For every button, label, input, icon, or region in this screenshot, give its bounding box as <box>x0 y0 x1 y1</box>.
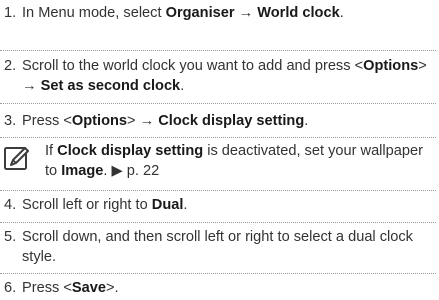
step-text: Scroll left or right to <box>22 197 152 213</box>
note-pencil-icon <box>3 145 31 173</box>
step-number: 2. <box>4 58 17 74</box>
softkey-save: Save <box>71 280 106 296</box>
divider <box>0 103 436 104</box>
step-6: 6. Press <Save>. <box>0 279 436 299</box>
softkey-options: Options <box>71 113 128 129</box>
step-text-end: >. <box>105 280 119 296</box>
instruction-page: 1. In Menu mode, select Organiser → Worl… <box>0 0 439 300</box>
setting-clock-display: Clock display setting <box>57 143 204 159</box>
step-text: Scroll down, and then scroll left or rig… <box>22 229 413 265</box>
step-text: Scroll to the world clock you want to ad… <box>22 58 364 74</box>
step-text: In Menu mode, select <box>22 5 166 21</box>
menu-path-set-as-second-clock: Set as second clock <box>40 77 181 94</box>
menu-path-organiser: Organiser <box>165 5 235 21</box>
divider <box>0 50 436 51</box>
step-3: 3. Press <Options> → Clock display setti… <box>0 112 436 132</box>
step-text: Press < <box>22 113 72 129</box>
step-text-end: . <box>183 197 188 213</box>
step-number: 6. <box>4 280 17 296</box>
step-4: 4. Scroll left or right to Dual. <box>0 196 436 216</box>
step-2: 2. Scroll to the world clock you want to… <box>0 57 436 96</box>
note-text-part: If <box>45 143 58 159</box>
step-number: 3. <box>4 113 17 129</box>
step-1: 1. In Menu mode, select Organiser → Worl… <box>0 4 436 24</box>
arrow-text: → <box>234 5 258 21</box>
step-number: 5. <box>4 229 17 245</box>
divider <box>0 273 436 274</box>
step-text-end: . <box>180 77 185 94</box>
divider <box>0 190 436 191</box>
step-number: 1. <box>4 5 17 21</box>
menu-path-clock-display-setting: Clock display setting <box>158 113 305 129</box>
step-text-end: . <box>339 5 344 21</box>
divider <box>0 222 436 223</box>
option-dual: Dual <box>151 197 184 213</box>
step-5: 5. Scroll down, and then scroll left or … <box>0 228 436 267</box>
setting-image: Image <box>61 162 104 179</box>
note-box: If Clock display setting is deactivated,… <box>0 142 436 186</box>
step-text-end: . <box>304 113 309 129</box>
softkey-options: Options <box>363 58 419 74</box>
divider <box>0 137 436 138</box>
step-text: > → <box>127 113 159 129</box>
page-reference: . ▶ p. 22 <box>103 162 160 179</box>
step-text: Press < <box>22 280 72 296</box>
step-number: 4. <box>4 197 17 213</box>
note-text: If Clock display setting is deactivated,… <box>45 142 436 181</box>
menu-path-world-clock: World clock <box>257 5 340 21</box>
